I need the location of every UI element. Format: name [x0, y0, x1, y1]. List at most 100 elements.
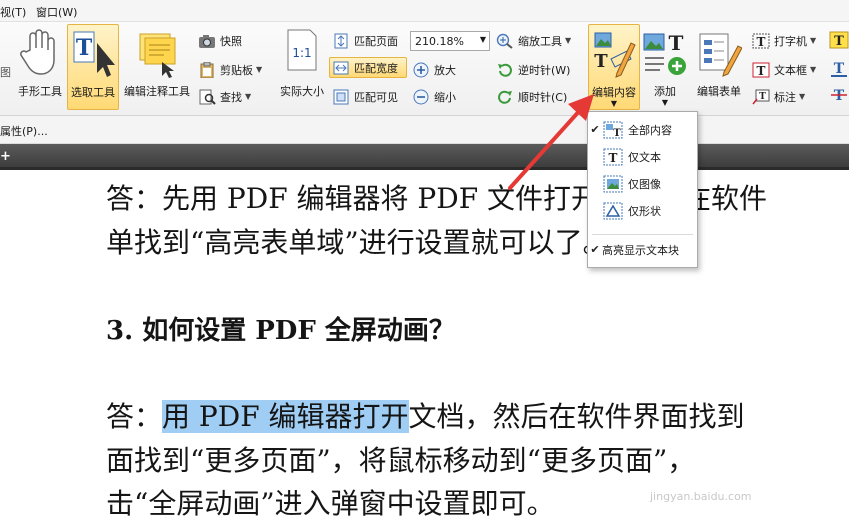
callout-button[interactable]: T 标注 ▼ — [752, 86, 805, 107]
find-label: 查找 — [220, 90, 242, 104]
chevron-down-icon[interactable]: ▼ — [589, 99, 639, 108]
rotate-ccw-button[interactable]: 逆时针(W) — [496, 59, 570, 80]
properties-item[interactable]: 属性(P)... — [0, 123, 48, 139]
all-content-icon: T — [603, 121, 623, 139]
svg-text:T: T — [613, 128, 621, 139]
menu-item-shape-only[interactable]: 仅形状 — [588, 197, 697, 224]
chevron-down-icon: ▼ — [245, 92, 252, 101]
section-heading: 3. 如何设置 PDF 全屏动画？ — [106, 316, 455, 346]
actual-size-icon: 1:1 — [287, 29, 317, 71]
image-only-icon — [603, 175, 623, 192]
ribbon-toolbar: 图 手形工具 T 选取工具 编辑注释工具 快照 剪贴板 ▼ 查找 ▼ 1:1 实… — [0, 22, 849, 116]
answer-prefix: 答： — [106, 400, 163, 433]
edit-content-button[interactable]: T 编辑内容 ▼ — [588, 24, 640, 110]
chevron-down-icon[interactable]: ▼ — [642, 98, 688, 107]
add-button[interactable]: T 添加 ▼ — [642, 24, 688, 110]
document-tab-bar: + — [0, 144, 849, 170]
typewriter-icon: T — [752, 33, 770, 49]
fit-visible-label: 匹配可见 — [354, 90, 398, 104]
svg-text:1:1: 1:1 — [292, 46, 311, 60]
menu-bar: 视(T) 窗口(W) — [0, 0, 849, 22]
zoom-tool-button[interactable]: 缩放工具 ▼ — [496, 30, 571, 51]
fit-page-label: 匹配页面 — [354, 34, 398, 48]
svg-text:T: T — [757, 64, 766, 78]
fit-width-button[interactable]: 匹配宽度 — [329, 57, 407, 78]
rotate-cw-button[interactable]: 顺时针(C) — [496, 86, 567, 107]
chevron-down-icon: ▼ — [810, 65, 817, 74]
svg-text:T: T — [757, 35, 766, 49]
rotate-right-icon — [498, 90, 512, 104]
menu-item-highlight-text-blocks[interactable]: ✔ 高亮显示文本块 — [588, 236, 697, 263]
ribbon-partial-label: 图 — [0, 66, 11, 79]
chevron-down-icon[interactable]: ▼ — [480, 35, 486, 44]
fit-width-label: 匹配宽度 — [354, 61, 398, 75]
zoom-out-label: 缩小 — [434, 90, 456, 104]
check-icon: ✔ — [590, 123, 600, 136]
menu-item-label: 全部内容 — [628, 123, 672, 137]
clipboard-button[interactable]: 剪贴板 ▼ — [198, 59, 262, 80]
menu-item-all-content[interactable]: ✔ T 全部内容 — [588, 116, 697, 143]
actual-size-label: 实际大小 — [280, 85, 324, 98]
menu-item-label: 仅形状 — [628, 204, 661, 218]
zoom-in-button[interactable]: 放大 — [412, 59, 456, 80]
fit-visible-icon — [333, 89, 349, 104]
menu-item-image-only[interactable]: 仅图像 — [588, 170, 697, 197]
rotate-cw-label: 顺时针(C) — [518, 90, 568, 104]
annotation-tool-button[interactable]: 编辑注释工具 — [121, 24, 193, 110]
zoom-combobox[interactable]: 210.18% ▼ — [410, 31, 490, 51]
add-object-icon: T — [643, 31, 686, 75]
snapshot-button[interactable]: 快照 — [198, 30, 242, 51]
text-strikeout-icon[interactable]: T — [829, 86, 849, 104]
rotate-ccw-label: 逆时针(W) — [518, 63, 571, 77]
selected-text[interactable]: 用 PDF 编辑器打开 — [162, 400, 409, 433]
find-icon — [199, 89, 216, 105]
sticky-note-icon — [139, 33, 176, 78]
camera-icon — [199, 34, 215, 48]
edit-content-icon: T — [594, 32, 636, 78]
svg-text:T: T — [834, 34, 844, 49]
fit-page-button[interactable]: 匹配页面 — [332, 30, 408, 51]
new-tab-plus-icon[interactable]: + — [0, 149, 11, 164]
hand-tool-button[interactable]: 手形工具 — [14, 24, 66, 110]
textbox-label: 文本框 — [774, 63, 807, 77]
svg-text:T: T — [594, 51, 608, 72]
chevron-down-icon: ▼ — [799, 92, 806, 101]
actual-size-button[interactable]: 1:1 实际大小 — [276, 24, 328, 110]
zoom-tool-label: 缩放工具 — [518, 34, 562, 48]
edit-form-icon — [699, 33, 742, 77]
chevron-down-icon: ▼ — [256, 65, 263, 74]
text-highlight-icon[interactable]: T — [829, 31, 849, 49]
snapshot-label: 快照 — [220, 34, 242, 48]
callout-icon: T — [752, 89, 770, 104]
menu-item-view[interactable]: 视(T) — [0, 4, 26, 20]
find-button[interactable]: 查找 ▼ — [198, 86, 251, 107]
menu-item-text-only[interactable]: T 仅文本 — [588, 143, 697, 170]
typewriter-button[interactable]: T 打字机 ▼ — [752, 30, 816, 51]
fit-visible-button[interactable]: 匹配可见 — [332, 86, 408, 107]
shape-only-icon — [603, 202, 623, 219]
clipboard-label: 剪贴板 — [220, 63, 253, 77]
select-tool-label: 选取工具 — [71, 86, 115, 99]
select-tool-button[interactable]: T 选取工具 — [67, 24, 119, 110]
edit-content-dropdown: ✔ T 全部内容 T 仅文本 仅图像 仅形状 ✔ 高亮显示文本块 — [587, 111, 698, 268]
svg-text:T: T — [759, 92, 766, 102]
property-bar: 属性(P)... — [0, 116, 849, 144]
answer-rest: 文档，然后在软件界面找到 — [408, 400, 745, 433]
document-page: 答：先用 PDF 编辑器将 PDF 文件打开，然后在软件 单找到“高亮表单域”进… — [0, 173, 849, 527]
callout-label: 标注 — [774, 90, 796, 104]
paragraph-line-selected[interactable]: 答：用 PDF 编辑器打开文档，然后在软件界面找到 — [106, 399, 745, 435]
magnifier-icon — [496, 33, 513, 49]
menu-item-window[interactable]: 窗口(W) — [36, 4, 77, 20]
paragraph-line: 单找到“高亮表单域”进行设置就可以了。 — [106, 226, 611, 259]
rotate-left-icon — [498, 63, 512, 77]
svg-text:T: T — [669, 31, 684, 55]
zoom-out-icon — [413, 89, 429, 104]
paragraph-line: 击“全屏动画”进入弹窗中设置即可。 — [106, 487, 555, 520]
edit-form-button[interactable]: 编辑表单 — [692, 24, 746, 110]
chevron-down-icon: ▼ — [565, 36, 572, 45]
watermark-text: jingyan.baidu.com — [650, 490, 752, 503]
textbox-button[interactable]: T 文本框 ▼ — [752, 59, 816, 80]
text-underline-icon[interactable]: T — [829, 59, 849, 77]
add-label: 添加 — [654, 85, 676, 98]
zoom-out-button[interactable]: 缩小 — [412, 86, 456, 107]
